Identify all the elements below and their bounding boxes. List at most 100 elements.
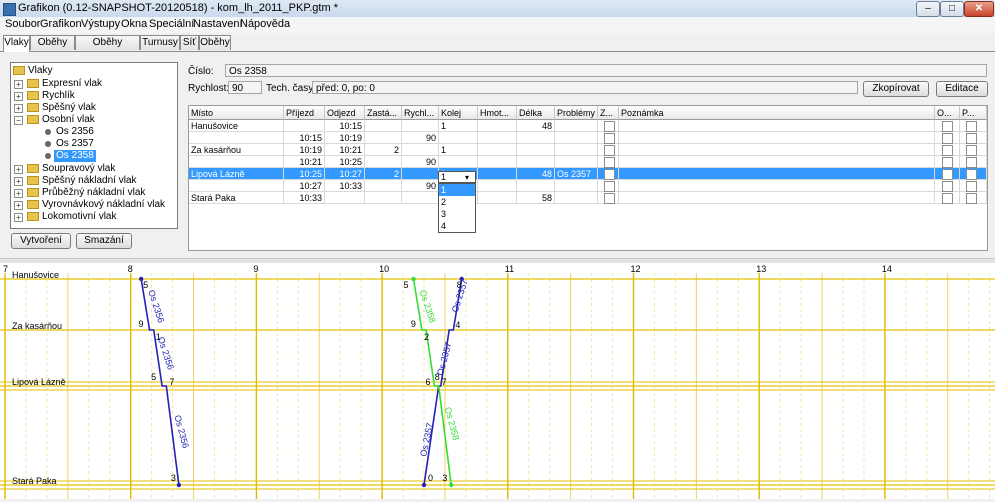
tree-item-lokomotivni-vlak[interactable]: + Lokomotivní vlak bbox=[13, 211, 173, 223]
tab-obehy-souprav[interactable]: Oběhy souprav bbox=[75, 35, 140, 62]
checkbox[interactable] bbox=[604, 193, 615, 204]
menu-grafikon[interactable]: Grafikon bbox=[40, 18, 82, 30]
cell-note[interactable] bbox=[619, 120, 935, 132]
create-button[interactable]: Vytvoření bbox=[11, 233, 71, 249]
checkbox[interactable] bbox=[604, 181, 615, 192]
cell-weight[interactable] bbox=[478, 120, 517, 132]
cell-prob[interactable] bbox=[555, 180, 598, 192]
tree-item-prubezny-nakladni-vlak[interactable]: + Průběžný nákladní vlak bbox=[13, 187, 173, 199]
cell-note[interactable] bbox=[619, 132, 935, 144]
cell-weight[interactable] bbox=[478, 180, 517, 192]
checkbox[interactable] bbox=[966, 181, 977, 192]
cell-place[interactable] bbox=[189, 156, 284, 168]
track-option[interactable]: 3 bbox=[439, 208, 475, 220]
tab-obehy[interactable]: Oběhy bbox=[199, 35, 231, 50]
tree-item-spesny-nakladni-vlak[interactable]: + Spěšný nákladní vlak bbox=[13, 175, 173, 187]
tree-item-vyrovnavkovy-nakladni-vlak[interactable]: + Vyrovnávkový nákladní vlak bbox=[13, 199, 173, 211]
tree-item-osobni-vlak[interactable]: − Osobní vlak bbox=[13, 114, 173, 126]
cell-len[interactable] bbox=[517, 180, 555, 192]
cell-arr[interactable]: 10:15 bbox=[284, 132, 325, 144]
cell-prob[interactable] bbox=[555, 144, 598, 156]
table-row[interactable]: 10:27 10:33 90 bbox=[189, 180, 987, 192]
cell-place[interactable]: Hanušovice bbox=[189, 120, 284, 132]
col-header-kolej[interactable]: Kolej bbox=[439, 106, 478, 120]
cell-speed[interactable]: 90 bbox=[402, 156, 439, 168]
cell-dep[interactable]: 10:25 bbox=[325, 156, 365, 168]
menu-vystupy[interactable]: Výstupy bbox=[81, 18, 120, 30]
cell-dep[interactable]: 10:19 bbox=[325, 132, 365, 144]
cell-speed[interactable] bbox=[402, 120, 439, 132]
cell-place[interactable]: Stará Paka bbox=[189, 192, 284, 204]
cell-dep[interactable]: 10:27 bbox=[325, 168, 365, 180]
checkbox[interactable] bbox=[604, 121, 615, 132]
cell-speed[interactable] bbox=[402, 144, 439, 156]
tree-root[interactable]: Vlaky bbox=[13, 65, 173, 77]
cell-stop[interactable]: 2 bbox=[365, 168, 402, 180]
tree-item-rychlik[interactable]: + Rychlík bbox=[13, 90, 173, 102]
tab-obehy-hv[interactable]: Oběhy HV bbox=[30, 35, 75, 62]
tree-item-soupravovy-vlak[interactable]: + Soupravový vlak bbox=[13, 163, 173, 175]
cell-place[interactable]: Za kasárňou bbox=[189, 144, 284, 156]
train-graph-canvas[interactable]: 7 8 9 10 11 12 13 14 Hanušovice Za kasárňou Lipová… bbox=[0, 263, 995, 499]
cell-stop[interactable] bbox=[365, 156, 402, 168]
checkbox[interactable] bbox=[604, 169, 615, 180]
cell-track[interactable]: 1 bbox=[439, 120, 478, 132]
table-row[interactable]: Stará Paka 10:33 58 bbox=[189, 192, 987, 204]
table-row[interactable]: Za kasárňou 10:19 10:21 2 1 bbox=[189, 144, 987, 156]
track-option[interactable]: 4 bbox=[439, 220, 475, 232]
cell-prob[interactable] bbox=[555, 192, 598, 204]
cell-speed[interactable]: 90 bbox=[402, 132, 439, 144]
cell-dep[interactable]: 10:21 bbox=[325, 144, 365, 156]
cell-prob[interactable] bbox=[555, 156, 598, 168]
cell-prob[interactable] bbox=[555, 132, 598, 144]
chevron-down-icon[interactable]: ▾ bbox=[465, 172, 469, 183]
menu-okna[interactable]: Okna bbox=[121, 18, 147, 30]
col-header-poznamka[interactable]: Poznámka bbox=[619, 106, 935, 120]
cell-track[interactable] bbox=[439, 132, 478, 144]
tab-turnusy[interactable]: Turnusy bbox=[140, 35, 180, 50]
checkbox[interactable] bbox=[942, 169, 953, 180]
cell-note[interactable] bbox=[619, 180, 935, 192]
cell-dep[interactable]: 10:33 bbox=[325, 180, 365, 192]
col-header-rychlost[interactable]: Rychl... bbox=[402, 106, 439, 120]
number-field[interactable]: Os 2358 bbox=[225, 64, 987, 77]
checkbox[interactable] bbox=[604, 145, 615, 156]
checkbox[interactable] bbox=[966, 133, 977, 144]
cell-note[interactable] bbox=[619, 168, 935, 180]
cell-place[interactable] bbox=[189, 180, 284, 192]
cell-stop[interactable] bbox=[365, 180, 402, 192]
cell-prob[interactable] bbox=[555, 120, 598, 132]
route-table[interactable]: Místo Příjezd Odjezd Zastá... Rychl... K… bbox=[188, 105, 988, 251]
tech-times-field[interactable]: před: 0, po: 0 bbox=[312, 81, 858, 94]
cell-len[interactable]: 48 bbox=[517, 120, 555, 132]
col-header-delka[interactable]: Délka bbox=[517, 106, 555, 120]
tab-sit[interactable]: Síť bbox=[180, 35, 199, 50]
menu-napoveda[interactable]: Nápověda bbox=[240, 18, 290, 30]
cell-dep[interactable] bbox=[325, 192, 365, 204]
close-button[interactable]: ✕ bbox=[964, 1, 994, 17]
checkbox[interactable] bbox=[942, 145, 953, 156]
cell-stop[interactable] bbox=[365, 120, 402, 132]
cell-weight[interactable] bbox=[478, 156, 517, 168]
edit-button[interactable]: Editace bbox=[936, 81, 988, 97]
expand-icon[interactable]: + bbox=[14, 104, 23, 113]
cell-arr[interactable]: 10:33 bbox=[284, 192, 325, 204]
cell-prob[interactable]: Os 2357 bbox=[555, 168, 598, 180]
col-header-z[interactable]: Z... bbox=[598, 106, 619, 120]
col-header-prijezd[interactable]: Příjezd bbox=[284, 106, 325, 120]
tree-item-spesny-vlak[interactable]: + Spěšný vlak bbox=[13, 102, 173, 114]
track-option[interactable]: 2 bbox=[439, 196, 475, 208]
cell-len[interactable]: 58 bbox=[517, 192, 555, 204]
expand-icon[interactable]: + bbox=[14, 165, 23, 174]
col-header-o[interactable]: O... bbox=[935, 106, 960, 120]
cell-stop[interactable] bbox=[365, 132, 402, 144]
cell-note[interactable] bbox=[619, 192, 935, 204]
checkbox[interactable] bbox=[966, 145, 977, 156]
cell-arr[interactable]: 10:27 bbox=[284, 180, 325, 192]
cell-len[interactable] bbox=[517, 156, 555, 168]
track-option[interactable]: 1 bbox=[439, 184, 475, 196]
tree-item-expresni-vlak[interactable]: + Expresní vlak bbox=[13, 78, 173, 90]
expand-icon[interactable]: + bbox=[14, 177, 23, 186]
cell-arr[interactable]: 10:19 bbox=[284, 144, 325, 156]
expand-icon[interactable]: + bbox=[14, 213, 23, 222]
